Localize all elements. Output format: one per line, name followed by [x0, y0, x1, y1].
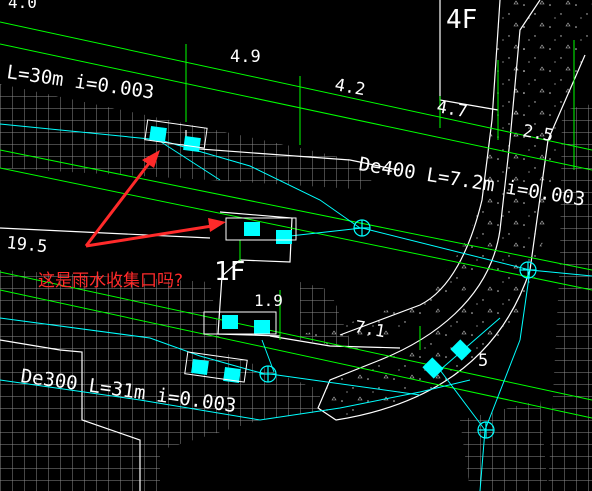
cad-drawing: 4F 1F 4.0 4.9 4.2 4.7 2.5 19.5 1.9 7.1 5… [0, 0, 592, 491]
road-surface [290, 0, 592, 420]
manhole-4 [477, 421, 495, 439]
dim-4-2: 4.2 [333, 75, 367, 100]
annotation-question: 这是雨水收集口吗? [38, 271, 183, 291]
cad-drawing-canvas[interactable]: 4F 1F 4.0 4.9 4.2 4.7 2.5 19.5 1.9 7.1 5… [0, 0, 592, 491]
arrow-head-icon [208, 218, 226, 232]
label-4f: 4F [446, 5, 477, 35]
manhole-1 [353, 219, 371, 237]
dim-19-5: 19.5 [5, 233, 48, 257]
inlet-block [222, 315, 238, 329]
dim-5: 5 [478, 351, 488, 371]
manhole-3 [259, 365, 277, 383]
dim-1-9: 1.9 [254, 291, 283, 310]
dim-4-0: 4.0 [8, 0, 37, 12]
inlet-block [254, 320, 270, 334]
inlet-block [149, 125, 167, 143]
label-1f: 1F [214, 257, 245, 287]
inlet-block [244, 222, 260, 236]
inlet-block [183, 135, 201, 153]
inlet-block [191, 358, 209, 376]
manhole-2 [519, 261, 537, 279]
inlet-block [276, 230, 292, 244]
dim-4-9: 4.9 [230, 47, 261, 67]
